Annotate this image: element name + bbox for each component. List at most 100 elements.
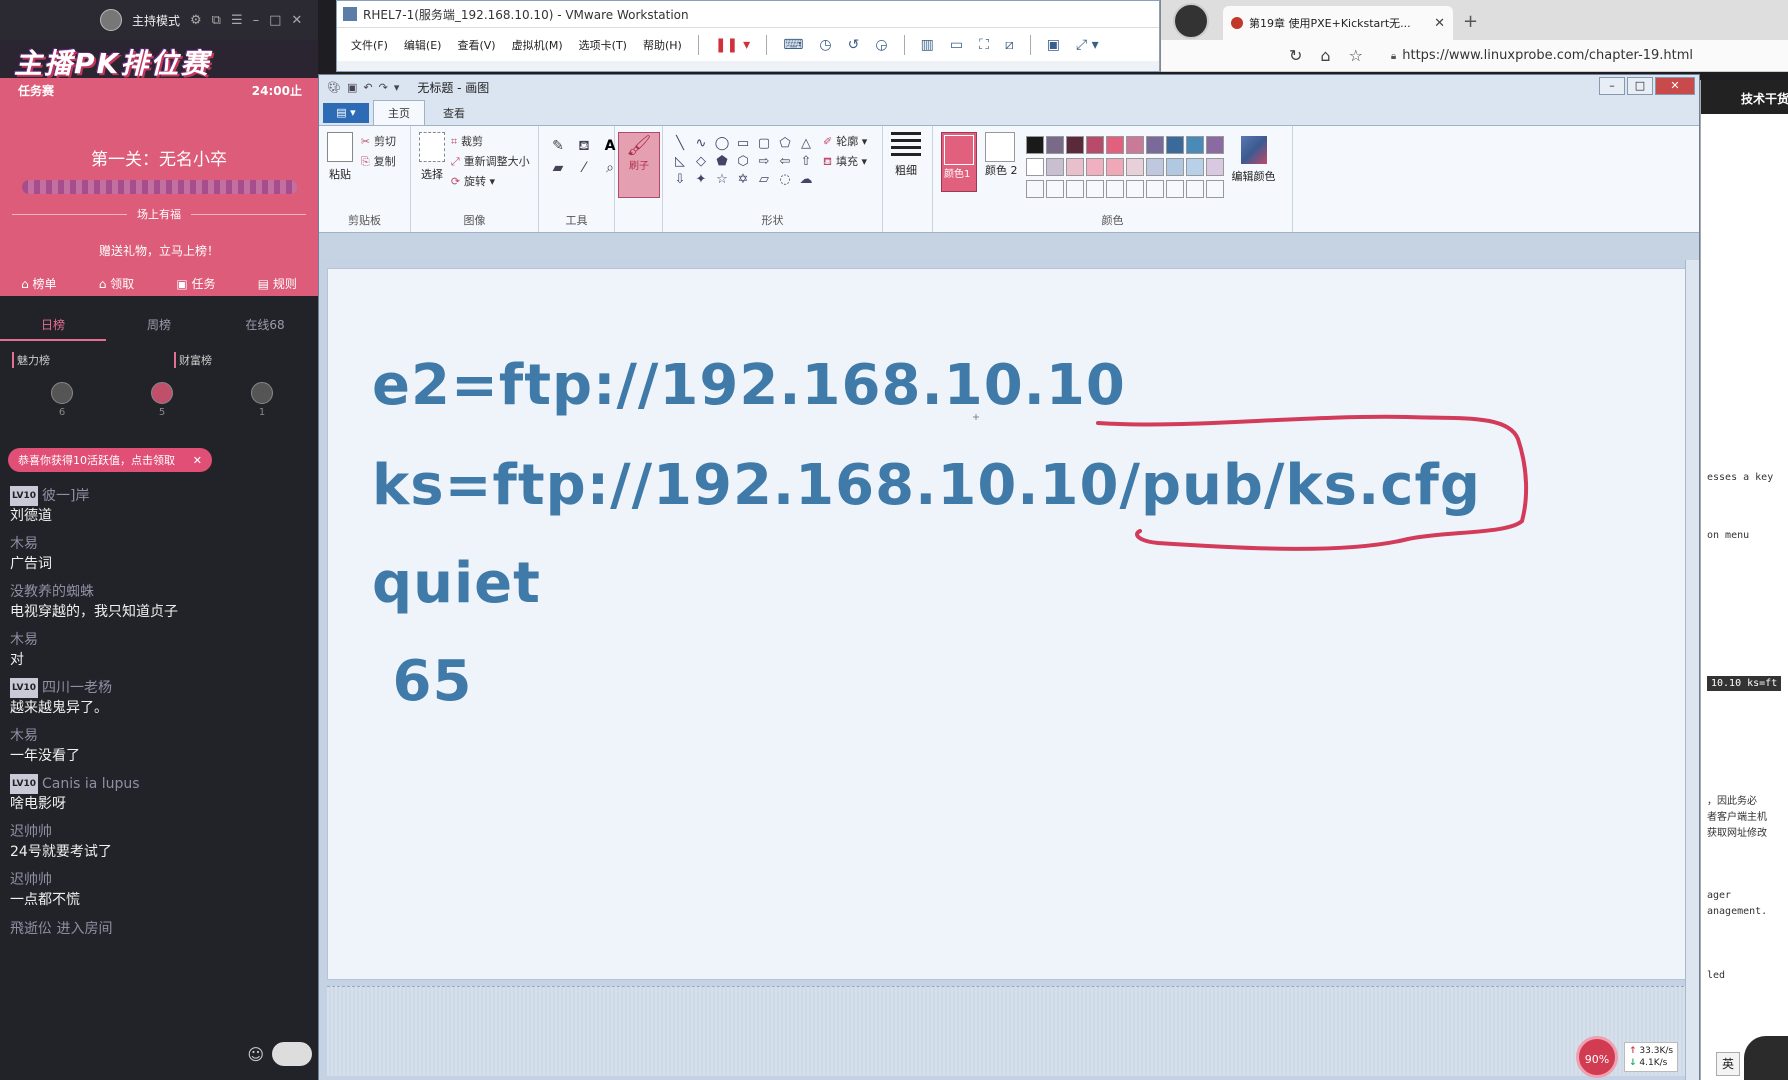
- fullscreen-icon[interactable]: ⛶: [979, 37, 989, 53]
- color-swatch[interactable]: [1065, 136, 1084, 154]
- ime-indicator[interactable]: 英: [1716, 1052, 1740, 1076]
- chat-username[interactable]: 没教养的蜘蛛: [10, 582, 300, 602]
- paste-button[interactable]: 粘贴: [327, 132, 353, 182]
- pencil-icon[interactable]: ✎: [547, 138, 569, 156]
- color-swatch[interactable]: [1145, 158, 1164, 176]
- cloud-callout-icon[interactable]: ☁: [797, 172, 815, 187]
- polygon-shape-icon[interactable]: ⬠: [776, 136, 794, 151]
- color-swatch[interactable]: [1085, 136, 1104, 154]
- tab-close-icon[interactable]: ✕: [1434, 16, 1445, 31]
- rank-avatar[interactable]: 6: [51, 382, 73, 418]
- view-icon[interactable]: ▭: [950, 37, 963, 53]
- menu-tabs[interactable]: 选项卡(T): [579, 37, 627, 53]
- triangle-shape-icon[interactable]: △: [797, 136, 815, 151]
- gift-cta[interactable]: 赠送礼物，立马上榜！: [0, 242, 318, 259]
- oval-shape-icon[interactable]: ◯: [713, 136, 731, 151]
- color-swatch[interactable]: [1125, 158, 1144, 176]
- color-swatch[interactable]: [1205, 158, 1224, 176]
- hexagon-shape-icon[interactable]: ⬡: [734, 154, 752, 169]
- tab-view[interactable]: 查看: [429, 101, 479, 125]
- color-swatch[interactable]: [1045, 136, 1064, 154]
- rank-avatar[interactable]: 1: [251, 382, 273, 418]
- send-keys-icon[interactable]: ⌨: [783, 37, 803, 53]
- menu-help[interactable]: 帮助(H): [643, 37, 682, 53]
- color-swatch[interactable]: [1205, 136, 1224, 154]
- menu-edit[interactable]: 编辑(E): [404, 37, 442, 53]
- customize-icon[interactable]: ▾: [394, 81, 400, 94]
- curve-shape-icon[interactable]: ∿: [692, 136, 710, 151]
- color-swatch[interactable]: [1125, 136, 1144, 154]
- toast-close-icon[interactable]: ✕: [193, 454, 202, 467]
- file-menu-button[interactable]: ▤ ▾: [323, 103, 369, 123]
- roundrect-shape-icon[interactable]: ▢: [755, 136, 773, 151]
- color-swatch[interactable]: [1185, 136, 1204, 154]
- chat-username[interactable]: LV10 Canis ia lupus: [10, 774, 300, 794]
- left-arrow-icon[interactable]: ⇦: [776, 154, 794, 169]
- redo-icon[interactable]: ↷: [379, 81, 388, 94]
- color-picker-icon[interactable]: ⁄: [573, 160, 595, 176]
- unity-icon[interactable]: ⧄: [1005, 37, 1014, 53]
- menu-icon[interactable]: ☰: [231, 13, 243, 28]
- undo-icon[interactable]: ↶: [363, 81, 372, 94]
- color-swatch[interactable]: [1185, 158, 1204, 176]
- right-arrow-icon[interactable]: ⇨: [755, 154, 773, 169]
- home-icon[interactable]: ⌂: [1320, 46, 1330, 65]
- down-arrow-icon[interactable]: ⇩: [671, 172, 689, 187]
- brushes-button[interactable]: 🖌︎ 刷子: [618, 132, 660, 198]
- eraser-icon[interactable]: ▰: [547, 160, 569, 176]
- chat-username[interactable]: LV10 彼一]岸: [10, 486, 300, 506]
- resize-button[interactable]: ⤢ 重新调整大小: [451, 152, 530, 172]
- right-triangle-icon[interactable]: ◺: [671, 154, 689, 169]
- color-swatch[interactable]: [1165, 158, 1184, 176]
- oval-callout-icon[interactable]: ◌: [776, 172, 794, 187]
- rect-shape-icon[interactable]: ▭: [734, 136, 752, 151]
- chat-username[interactable]: 迟帅帅: [10, 822, 300, 842]
- fill-bucket-icon[interactable]: ⛾: [573, 138, 595, 156]
- settings-icon[interactable]: ⚙: [190, 13, 202, 28]
- console-icon[interactable]: ▣: [1047, 37, 1060, 53]
- outline-button[interactable]: ✐ 轮廓 ▾: [823, 132, 867, 152]
- tab-claim[interactable]: ⌂ 领取: [99, 275, 134, 292]
- color-swatch[interactable]: [1085, 158, 1104, 176]
- pentagon-shape-icon[interactable]: ⬟: [713, 154, 731, 169]
- minimize-icon[interactable]: –: [253, 13, 260, 28]
- snapshot-manager-icon[interactable]: ◶: [875, 37, 887, 53]
- select-button[interactable]: 选择: [419, 132, 445, 182]
- browser-tab[interactable]: 第19章 使用PXE+Kickstart无... ✕: [1223, 6, 1453, 40]
- chat-username[interactable]: 迟帅帅: [10, 870, 300, 890]
- color-swatch[interactable]: [1105, 158, 1124, 176]
- line-shape-icon[interactable]: ╲: [671, 136, 689, 151]
- memory-percent[interactable]: 90%: [1576, 1036, 1618, 1078]
- size-button[interactable]: 粗细: [891, 132, 921, 178]
- minimize-icon[interactable]: –: [1599, 77, 1625, 95]
- star5-icon[interactable]: ☆: [713, 172, 731, 187]
- chat-username[interactable]: 木易: [10, 534, 300, 554]
- tab-weekly[interactable]: 周榜: [106, 312, 212, 341]
- color-swatch[interactable]: [1145, 136, 1164, 154]
- color-swatch[interactable]: [1105, 136, 1124, 154]
- save-icon[interactable]: ▣: [347, 81, 357, 94]
- color-swatch[interactable]: [1025, 158, 1044, 176]
- color-swatch[interactable]: [1045, 158, 1064, 176]
- stretch-icon[interactable]: ⤢ ▾: [1076, 37, 1099, 53]
- chat-username[interactable]: LV10 四川一老杨: [10, 678, 300, 698]
- rotate-button[interactable]: ⟳ 旋转 ▾: [451, 172, 530, 192]
- snapshot-icon[interactable]: ◷: [819, 37, 831, 53]
- host-avatar[interactable]: [100, 9, 122, 31]
- cut-button[interactable]: ✂ 剪切: [361, 132, 396, 152]
- pause-icon[interactable]: ❚❚ ▾: [715, 37, 750, 53]
- menu-view[interactable]: 查看(V): [457, 37, 495, 53]
- callout-icon[interactable]: ▱: [755, 172, 773, 187]
- profile-avatar[interactable]: [1173, 3, 1209, 39]
- menu-file[interactable]: 文件(F): [351, 37, 388, 53]
- star4-icon[interactable]: ✦: [692, 172, 710, 187]
- emoji-icon[interactable]: ☺: [247, 1045, 264, 1064]
- close-icon[interactable]: ✕: [1655, 77, 1695, 95]
- reward-toast[interactable]: 恭喜你获得10活跃值，点击领取 ✕: [8, 448, 212, 472]
- send-button[interactable]: [272, 1042, 312, 1066]
- maximize-icon[interactable]: □: [269, 13, 281, 28]
- star-icon[interactable]: ☆: [1349, 46, 1363, 65]
- diamond-shape-icon[interactable]: ◇: [692, 154, 710, 169]
- chat-username[interactable]: 木易: [10, 630, 300, 650]
- crop-button[interactable]: ⌗ 裁剪: [451, 132, 530, 152]
